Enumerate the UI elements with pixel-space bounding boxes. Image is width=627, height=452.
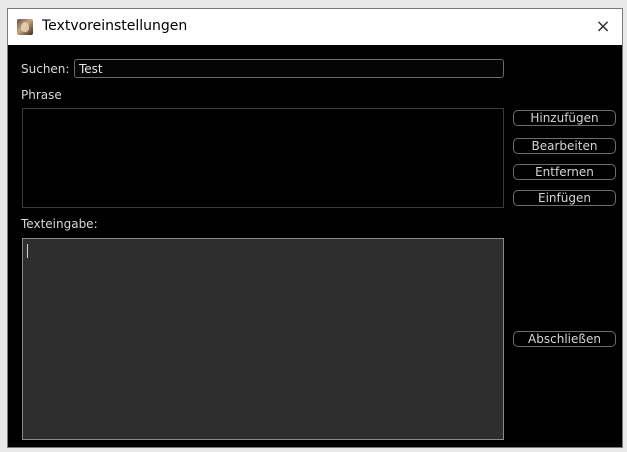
window-title: Textvoreinstellungen xyxy=(42,18,188,34)
close-icon[interactable]: × xyxy=(590,14,616,40)
phrase-list[interactable] xyxy=(22,108,504,208)
app-icon xyxy=(17,19,33,35)
text-input-label: Texteingabe: xyxy=(21,217,98,231)
dialog-window: Textvoreinstellungen × Suchen: Phrase Hi… xyxy=(7,8,623,448)
edit-button[interactable]: Bearbeiten xyxy=(513,138,616,154)
title-bar: Textvoreinstellungen × xyxy=(8,9,622,45)
phrase-label: Phrase xyxy=(21,88,62,102)
search-label: Suchen: xyxy=(21,62,70,76)
insert-button[interactable]: Einfügen xyxy=(513,190,616,206)
text-caret xyxy=(27,244,28,258)
remove-button[interactable]: Entfernen xyxy=(513,164,616,180)
text-input-area[interactable] xyxy=(22,238,504,440)
search-input[interactable] xyxy=(74,59,504,78)
add-button[interactable]: Hinzufügen xyxy=(513,110,616,126)
finish-button[interactable]: Abschließen xyxy=(513,331,616,347)
